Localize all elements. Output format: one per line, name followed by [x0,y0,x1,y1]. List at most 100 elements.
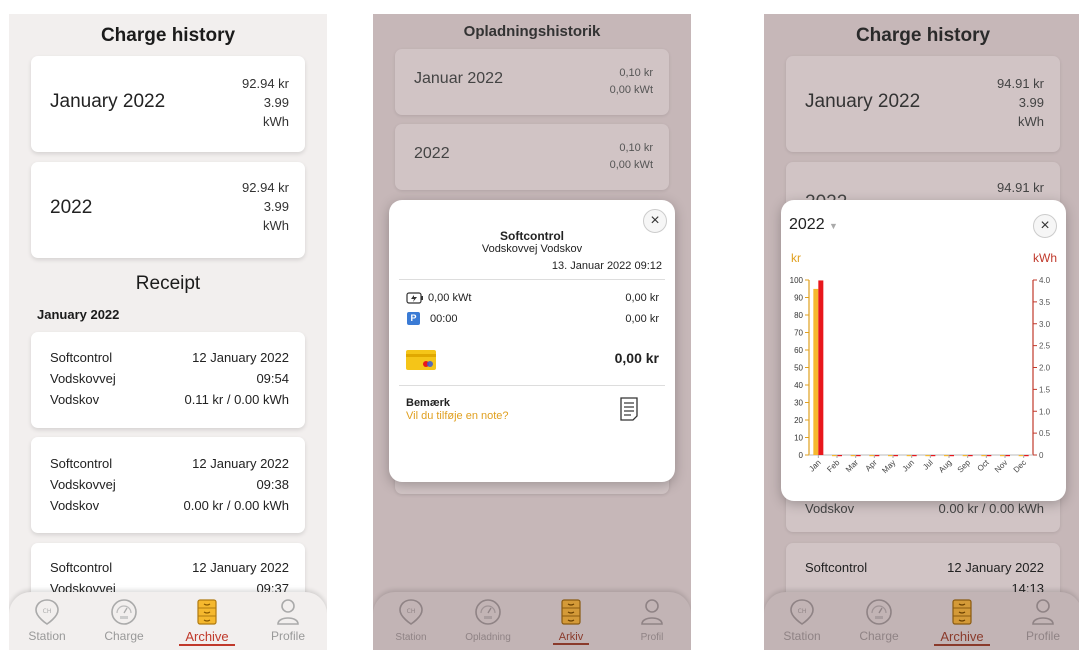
gauge-icon [866,599,892,625]
month-label: January 2022 [805,91,921,112]
x-tick-label: Jan [807,458,822,473]
month-summary-card[interactable]: Januar 2022 0,10 kr 0,00 kWt [395,49,669,115]
receipt-card[interactable]: Softcontrol Vodskovvej Vodskov 12 Januar… [31,332,305,428]
receipt-company: Softcontrol [50,350,113,365]
bar-kr [1000,455,1005,457]
nav-charge-label: Charge [859,629,899,643]
y-right-tick-label: 3.0 [1039,320,1051,329]
add-note-link[interactable]: Vil du tilføje en note? [406,410,509,422]
bar-kr [906,455,912,457]
phone-screen-danish: Opladningshistorik Januar 2022 0,10 kr 0… [373,14,691,650]
nav-station[interactable]: CH Station [767,598,837,643]
receipt-city: Vodskov [50,392,100,407]
receipt-card[interactable]: Softcontrol Vodskovvej Vodskov 12 Januar… [31,437,305,533]
y-right-tick-label: 2.0 [1039,364,1051,373]
nav-charge[interactable]: Charge [844,598,914,643]
receipt-company: Softcontrol [50,560,113,575]
y-left-tick-label: 30 [794,399,803,408]
receipt-time: 09:54 [256,371,289,386]
x-tick-label: Oct [976,458,992,474]
y-right-tick-label: 3.5 [1039,298,1051,307]
nav-archive-label: Archive [934,629,990,646]
archive-drawer-icon [561,599,581,625]
nav-station-label: Station [395,632,427,643]
energy-unit: kWh [263,218,289,233]
bar-kr [944,455,949,457]
payment-card-icon [406,350,436,370]
bar-kr [850,455,856,457]
energy-value: 0,00 kWt [609,84,653,96]
bar-kwh [1023,455,1029,457]
modal-address: Vodskovvej Vodskov [481,243,583,255]
bar-kwh [893,455,898,457]
receipt-city: Vodskov [805,501,855,516]
year-summary-card[interactable]: 2022 0,10 kr 0,00 kWt [395,124,669,190]
y-right-tick-label: 0 [1039,451,1044,460]
x-tick-label: Apr [864,458,879,473]
y-left-tick-label: 80 [794,311,803,320]
month-summary-card[interactable]: January 2022 94.91 kr 3.99 kWh [786,56,1060,152]
phone-screen-english: Charge history January 2022 92.94 kr 3.9… [9,14,327,650]
svg-text:CH: CH [798,608,807,615]
receipt-city: Vodskov [50,498,100,513]
year-summary-card[interactable]: 2022 92.94 kr 3.99 kWh [31,162,305,258]
archive-drawer-icon [952,599,972,625]
receipt-detail-modal: × Softcontrol Vodskovvej Vodskov 13. Jan… [389,200,675,482]
nav-station-label: Station [783,629,821,643]
station-pin-icon: CH [399,599,423,625]
svg-text:CH: CH [407,608,416,615]
month-label: Januar 2022 [414,70,503,87]
year-label: 2022 [50,197,93,218]
receipt-summary: 0.00 kr / 0.00 kWh [938,501,1045,516]
nav-charge[interactable]: Opladning [453,598,523,643]
parking-time: 00:00 [430,313,458,325]
nav-archive[interactable]: Archive [172,598,242,646]
bar-kr [981,455,987,457]
nav-archive[interactable]: Archive [927,598,997,646]
amount-value: 94.91 kr [997,76,1044,91]
nav-archive-label: Arkiv [552,631,590,645]
nav-profile-label: Profile [270,629,305,643]
nav-profile[interactable]: Profile [253,598,323,643]
bar-kr [962,455,968,457]
parking-price: 0,00 kr [625,313,659,325]
close-button[interactable]: × [1033,214,1057,238]
receipt-date: 12 January 2022 [192,350,289,365]
page-title: Opladningshistorik [463,23,601,40]
month-summary-card[interactable]: January 2022 92.94 kr 3.99 kWh [31,56,305,152]
year-select[interactable]: 2022 ▼ [789,216,838,234]
page-title: Charge history [855,25,991,46]
nav-archive[interactable]: Arkiv [536,598,606,645]
receipt-street: Vodskovvej [50,371,116,386]
bottom-nav: CH Station Opladning Arkiv Profil [373,592,691,650]
bar-kwh [818,280,824,455]
nav-station[interactable]: CH Station [12,598,82,643]
bar-kr [869,455,875,457]
bar-kr [813,288,819,455]
profile-person-icon [277,599,299,625]
y-right-tick-label: 4.0 [1039,276,1051,285]
y-left-tick-label: 60 [794,346,803,355]
x-tick-label: Jun [901,458,916,473]
nav-station[interactable]: CH Station [376,598,446,643]
y-right-tick-label: 1.0 [1039,407,1051,416]
receipt-date: 12 January 2022 [947,560,1044,575]
receipt-summary: 0.11 kr / 0.00 kWh [184,392,289,407]
energy-amount: 0,00 kWt [428,292,472,304]
nav-profile[interactable]: Profile [1008,598,1078,643]
y-left-tick-label: 10 [794,434,803,443]
bar-kr [925,455,931,457]
modal-company: Softcontrol [500,229,564,243]
y-left-label: kr [791,251,801,265]
energy-value: 3.99 [1018,95,1044,110]
x-tick-label: Dec [1012,458,1028,474]
nav-charge[interactable]: Charge [89,598,159,643]
receipt-heading: Receipt [135,273,201,294]
charging-icon [406,292,423,304]
amount-value: 0,10 kr [619,67,653,79]
divider [399,279,665,280]
note-document-icon[interactable] [620,397,638,421]
page-title: Charge history [100,25,236,46]
nav-profile[interactable]: Profil [617,598,687,643]
bar-kwh [949,455,954,457]
